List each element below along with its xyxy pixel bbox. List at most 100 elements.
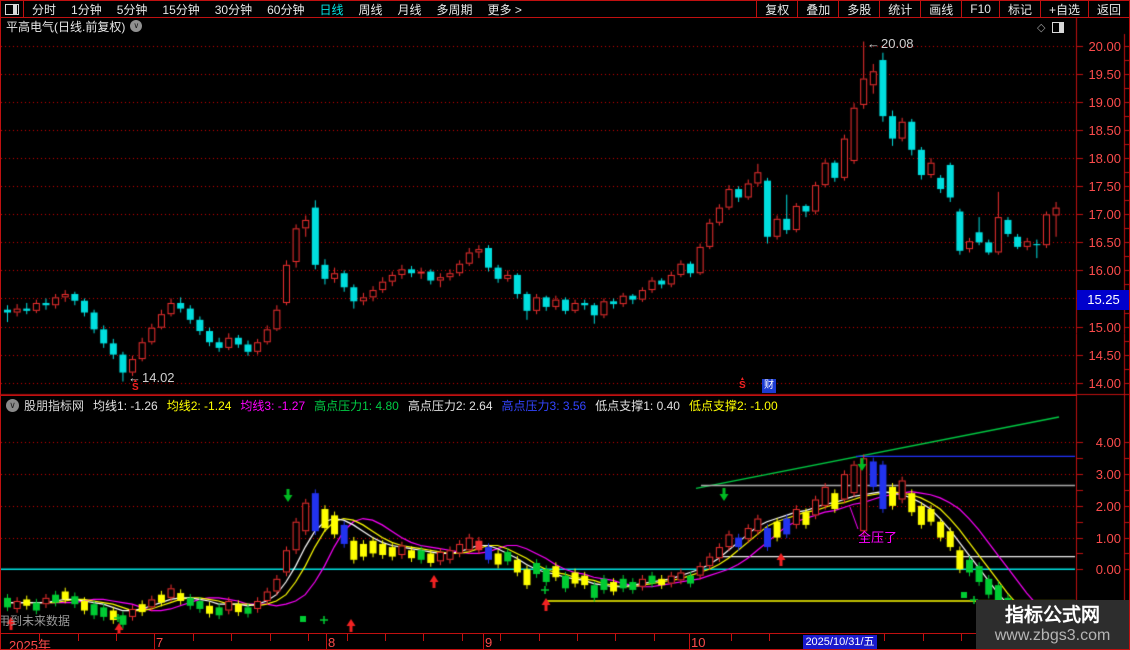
indicator-title: 股朋指标网 — [24, 399, 85, 413]
axis-tick — [39, 634, 40, 641]
period-item[interactable]: 5分钟 — [117, 1, 148, 18]
indicator-field: 高点压力1: 4.80 — [314, 399, 399, 413]
indicator-axis-label: 4.00 — [1095, 435, 1121, 451]
price-axis-label: 17.00 — [1088, 207, 1121, 223]
axis-tick — [326, 634, 327, 649]
indicator-field: 低点支撑1: 0.40 — [595, 399, 680, 413]
action-item[interactable]: 画线 — [920, 1, 961, 17]
month-label: 9 — [485, 635, 493, 650]
indicator-field: 高点压力2: 2.64 — [407, 399, 493, 413]
stock-title[interactable]: 平高电气(日线.前复权) — [6, 18, 125, 35]
price-axis-label: 19.00 — [1088, 95, 1121, 111]
axis-tick — [270, 634, 271, 641]
app-window: 分时 1分钟 5分钟 15分钟 30分钟 60分钟 日线 周线 月线 多周期 更多 > 复权 叠加 多股… — [0, 0, 1130, 650]
axis-tick — [654, 634, 655, 641]
axis-tick — [689, 634, 690, 649]
month-label: 10 — [691, 635, 706, 650]
title-bar-icons: ◇ — [1037, 22, 1065, 33]
collapse-circle-icon[interactable]: ∨ — [6, 399, 19, 412]
period-menu: 分时 1分钟 5分钟 15分钟 30分钟 60分钟 日线 周线 月线 多周期 更多 > — [32, 1, 756, 18]
action-item[interactable]: 叠加 — [797, 1, 838, 17]
axis-tick — [347, 634, 348, 641]
axis-tick — [193, 634, 194, 641]
title-bar: 平高电气(日线.前复权) ∨ — [1, 18, 1071, 34]
price-axis-label: 15.00 — [1088, 319, 1121, 335]
action-item[interactable]: 返回 — [1087, 1, 1129, 17]
period-item[interactable]: 更多 > — [488, 1, 522, 18]
future-data-warning: 用到未来数据 — [0, 614, 71, 628]
axis-tick — [923, 634, 924, 641]
axis-tick — [539, 634, 540, 641]
arrow-left-icon: ← — [867, 36, 880, 51]
month-label: 7 — [156, 635, 164, 650]
month-label: 8 — [328, 635, 336, 650]
axis-tick — [462, 634, 463, 641]
dividend-marker[interactable]: ▴ S — [132, 378, 139, 393]
period-item[interactable]: 月线 — [398, 1, 422, 18]
indicator-values: 均线1: -1.26 均线2: -1.24 均线3: -1.27 高点压力1: 4.8… — [93, 397, 787, 414]
axis-tick — [615, 634, 616, 641]
layout-toggle-button[interactable] — [1, 1, 24, 17]
pressure-annotation: 全压了 — [858, 530, 898, 545]
indicator-field: 均线2: -1.24 — [166, 399, 232, 413]
panel-toggle-icon[interactable] — [1052, 22, 1065, 33]
axis-tick — [78, 634, 79, 641]
indicator-header: ∨ 股朋指标网 均线1: -1.26 均线2: -1.24 均线3: -1.27 高点… — [1, 395, 1077, 415]
chart-canvas[interactable] — [1, 1, 1129, 649]
price-axis-label: 14.50 — [1088, 347, 1121, 363]
watermark-title: 指标公式网 — [1004, 604, 1100, 626]
period-item[interactable]: 日线 — [319, 1, 343, 18]
indicator-axis-label: 3.00 — [1095, 467, 1121, 483]
axis-tick — [961, 634, 962, 641]
axis-tick — [500, 634, 501, 641]
indicator-field: 均线3: -1.27 — [240, 399, 306, 413]
axis-tick — [116, 634, 117, 641]
indicator-axis-label: 1.00 — [1095, 530, 1121, 546]
current-price-tag: 15.25 — [1077, 290, 1129, 310]
price-axis-label: 18.00 — [1088, 151, 1121, 167]
indicator-field: 高点压力3: 3.56 — [501, 399, 587, 413]
period-item[interactable]: 1分钟 — [71, 1, 102, 18]
action-item[interactable]: 统计 — [879, 1, 920, 17]
action-item[interactable]: 标记 — [998, 1, 1040, 17]
price-axis-label: 16.50 — [1088, 235, 1121, 251]
chevron-down-icon[interactable]: ∨ — [130, 20, 143, 32]
indicator-field: 均线1: -1.26 — [93, 399, 158, 413]
action-item[interactable]: 复权 — [756, 1, 797, 17]
indicator-axis-label: 0.00 — [1095, 562, 1121, 578]
action-menu: 复权 叠加 多股 统计 画线 F10 标记 +自选 返回 — [756, 1, 1129, 17]
last-date-tag: 2025/10/31/五 — [803, 635, 877, 649]
period-item[interactable]: 周线 — [358, 1, 382, 18]
period-item[interactable]: 分时 — [32, 1, 56, 18]
date-axis: 2025年 7 8 9 10 2025/10/31/五 — [1, 633, 1077, 650]
watermark-url: www.zbgs3.com — [994, 626, 1111, 644]
dividend-marker[interactable]: ▴ S — [739, 376, 746, 391]
axis-tick — [231, 634, 232, 641]
axis-tick — [731, 634, 732, 641]
diamond-icon[interactable]: ◇ — [1037, 22, 1045, 33]
high-annotation: ←20.08 — [867, 36, 914, 51]
watermark: 指标公式网 www.zbgs3.com — [976, 600, 1129, 649]
period-item[interactable]: 15分钟 — [162, 1, 199, 18]
top-toolbar: 分时 1分钟 5分钟 15分钟 30分钟 60分钟 日线 周线 月线 多周期 更多 > 复权 叠加 多股… — [1, 1, 1129, 18]
axis-tick — [385, 634, 386, 641]
axis-tick — [884, 634, 885, 641]
period-item[interactable]: 多周期 — [437, 1, 473, 18]
price-axis-label: 16.00 — [1088, 263, 1121, 279]
axis-tick — [154, 634, 155, 649]
price-axis-label: 20.00 — [1088, 39, 1121, 54]
period-item[interactable]: 60分钟 — [267, 1, 304, 18]
price-axis-label: 14.00 — [1088, 375, 1121, 391]
price-axis-label: 19.50 — [1088, 67, 1121, 83]
period-item[interactable]: 30分钟 — [215, 1, 252, 18]
axis-tick — [769, 634, 770, 641]
axis-tick — [308, 634, 309, 641]
finance-report-marker[interactable]: 财 — [762, 379, 776, 393]
split-window-icon — [5, 3, 19, 15]
price-axis-label: 18.50 — [1088, 123, 1121, 139]
action-item[interactable]: +自选 — [1039, 1, 1088, 17]
axis-tick — [423, 634, 424, 641]
action-item[interactable]: F10 — [961, 1, 999, 17]
action-item[interactable]: 多股 — [838, 1, 879, 17]
price-axis-label: 17.50 — [1088, 179, 1121, 195]
